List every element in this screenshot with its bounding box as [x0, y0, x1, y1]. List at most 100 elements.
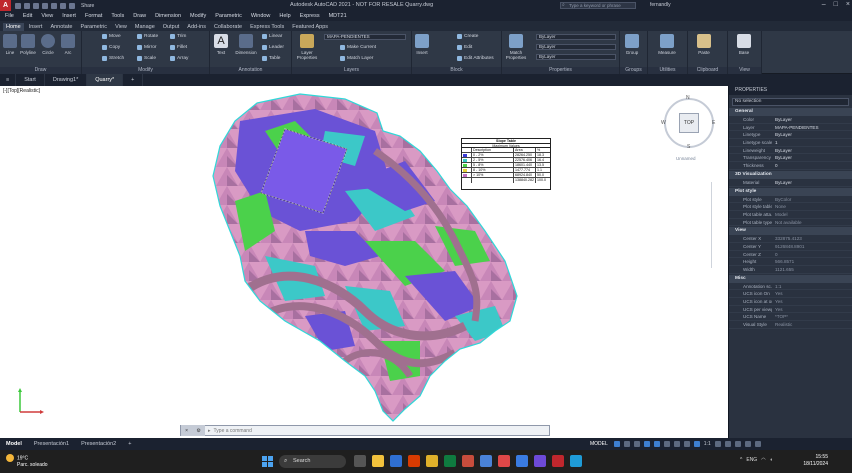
close-icon[interactable]: ×: [846, 1, 850, 8]
dimension-button[interactable]: Dimension: [234, 34, 258, 55]
copy-button[interactable]: Copy: [102, 45, 120, 50]
maximize-icon[interactable]: □: [834, 1, 838, 8]
property-value[interactable]: 1121.655: [772, 266, 852, 273]
property-row[interactable]: Annotation sc... 1:1: [729, 283, 852, 291]
new-icon[interactable]: [15, 2, 21, 9]
property-value[interactable]: ByColor: [772, 196, 852, 203]
property-value[interactable]: None: [772, 203, 852, 210]
menu-view[interactable]: View: [41, 13, 53, 19]
stretch-button[interactable]: Stretch: [102, 56, 124, 61]
measure-button[interactable]: Measure: [654, 34, 680, 55]
property-row[interactable]: UCS icon On Yes: [729, 290, 852, 299]
layout-tab-presentacion2[interactable]: Presentación2: [75, 438, 122, 450]
property-value[interactable]: *TOP*: [772, 313, 852, 320]
menu-express[interactable]: Express: [300, 13, 320, 19]
layout-tab-model[interactable]: Model: [0, 438, 28, 450]
clean-screen-icon[interactable]: [744, 441, 751, 447]
property-value[interactable]: Yes: [772, 306, 852, 313]
edge-icon[interactable]: [480, 455, 492, 467]
transparency-icon[interactable]: [683, 441, 690, 447]
property-value[interactable]: Yes: [772, 298, 852, 305]
utilities-panel-label[interactable]: Utilities: [648, 67, 687, 74]
properties-section-header[interactable]: Misc: [729, 274, 852, 283]
doc-tab-start[interactable]: Start: [16, 74, 45, 86]
layers-panel-label[interactable]: Layers: [292, 67, 411, 74]
windows-start-icon[interactable]: [262, 456, 273, 467]
property-value[interactable]: MAPA-PENDIENTES: [772, 124, 852, 131]
add-layout-icon[interactable]: +: [122, 438, 137, 450]
clipboard-panel-label[interactable]: Clipboard: [688, 67, 727, 74]
menu-parametric[interactable]: Parametric: [215, 13, 242, 19]
property-row[interactable]: Height 566.8571: [729, 258, 852, 266]
property-row[interactable]: Center Y 9126848.8901: [729, 243, 852, 251]
property-value[interactable]: Realistic: [772, 321, 852, 328]
property-row[interactable]: Width 1121.655: [729, 266, 852, 274]
viewcube-top-face[interactable]: TOP: [679, 113, 699, 133]
tab-addins[interactable]: Add-ins: [184, 23, 209, 31]
command-line[interactable]: × ⚙ ▸ Type a command: [180, 425, 550, 436]
polyline-button[interactable]: Polyline: [20, 34, 36, 55]
doc-tab-quarry[interactable]: Quarry*: [87, 74, 124, 86]
linear-button[interactable]: Linear: [262, 34, 282, 39]
annotation-scale[interactable]: 1:1: [704, 441, 711, 447]
color-dropdown[interactable]: ByLayer: [536, 34, 616, 40]
property-value[interactable]: Not available: [772, 219, 852, 226]
property-row[interactable]: Material ByLayer: [729, 179, 852, 187]
chrome-icon[interactable]: [498, 455, 510, 467]
saveas-icon[interactable]: [42, 2, 48, 9]
ortho-icon[interactable]: [633, 441, 640, 447]
taskbar-clock[interactable]: 15:55 18/11/2024: [798, 454, 828, 468]
property-row[interactable]: Lineweight ByLayer: [729, 147, 852, 155]
property-row[interactable]: UCS icon at or...Yes: [729, 298, 852, 306]
menu-modify[interactable]: Modify: [190, 13, 206, 19]
property-value[interactable]: ByLayer: [772, 116, 852, 123]
property-value[interactable]: 1: [772, 139, 852, 146]
text-button[interactable]: A Text: [213, 34, 229, 55]
redo-icon[interactable]: [69, 2, 75, 9]
save-icon[interactable]: [33, 2, 39, 9]
group-button[interactable]: Group: [624, 34, 640, 55]
property-row[interactable]: Plot style table None: [729, 203, 852, 211]
excel-icon[interactable]: [444, 455, 456, 467]
paste-button[interactable]: Paste: [696, 34, 712, 55]
property-row[interactable]: Layer MAPA-PENDIENTES: [729, 124, 852, 132]
move-button[interactable]: Move: [102, 34, 121, 39]
taskbar-search[interactable]: ⌕ Search: [279, 455, 346, 468]
compass-n[interactable]: N: [686, 95, 690, 101]
property-value[interactable]: ByLayer: [772, 179, 852, 186]
menu-draw[interactable]: Draw: [133, 13, 146, 19]
osnap-icon[interactable]: [653, 441, 660, 447]
leader-button[interactable]: Leader: [262, 45, 284, 50]
linetype-dropdown[interactable]: ByLayer: [536, 54, 616, 60]
minimize-icon[interactable]: –: [822, 1, 826, 8]
property-value[interactable]: 332875.4123: [772, 235, 852, 242]
menu-file[interactable]: File: [5, 13, 14, 19]
properties-panel-label[interactable]: Properties: [502, 67, 619, 74]
app-icon[interactable]: [570, 455, 582, 467]
create-block-button[interactable]: Create: [457, 34, 478, 39]
tab-collaborate[interactable]: Collaborate: [211, 23, 245, 31]
volume-icon[interactable]: ◖: [770, 457, 773, 463]
viewport-scrollbar[interactable]: [711, 182, 717, 268]
menu-window[interactable]: Window: [251, 13, 271, 19]
tab-parametric[interactable]: Parametric: [77, 23, 110, 31]
property-value[interactable]: Model: [772, 211, 852, 218]
print-icon[interactable]: [51, 2, 57, 9]
language-indicator[interactable]: ENG: [746, 457, 757, 463]
hardware-acceleration-icon[interactable]: [734, 441, 741, 447]
view-panel-label[interactable]: View: [728, 67, 761, 74]
property-row[interactable]: Center Z 0: [729, 251, 852, 259]
teams-icon[interactable]: [534, 455, 546, 467]
workspace-icon[interactable]: [714, 441, 721, 447]
groups-panel-label[interactable]: Groups: [620, 67, 647, 74]
search-input[interactable]: ⌕ Type a keyword or phrase: [560, 2, 636, 9]
property-value[interactable]: 0: [772, 162, 852, 169]
property-row[interactable]: Color ByLayer: [729, 116, 852, 124]
tab-home[interactable]: Home: [3, 23, 24, 31]
office-icon[interactable]: [408, 455, 420, 467]
lineweight-dropdown[interactable]: ByLayer: [536, 44, 616, 50]
property-value[interactable]: 9126848.8901: [772, 243, 852, 250]
table-button[interactable]: Table: [262, 56, 280, 61]
menu-dimension[interactable]: Dimension: [155, 13, 181, 19]
draw-panel-label[interactable]: Draw: [0, 67, 81, 74]
